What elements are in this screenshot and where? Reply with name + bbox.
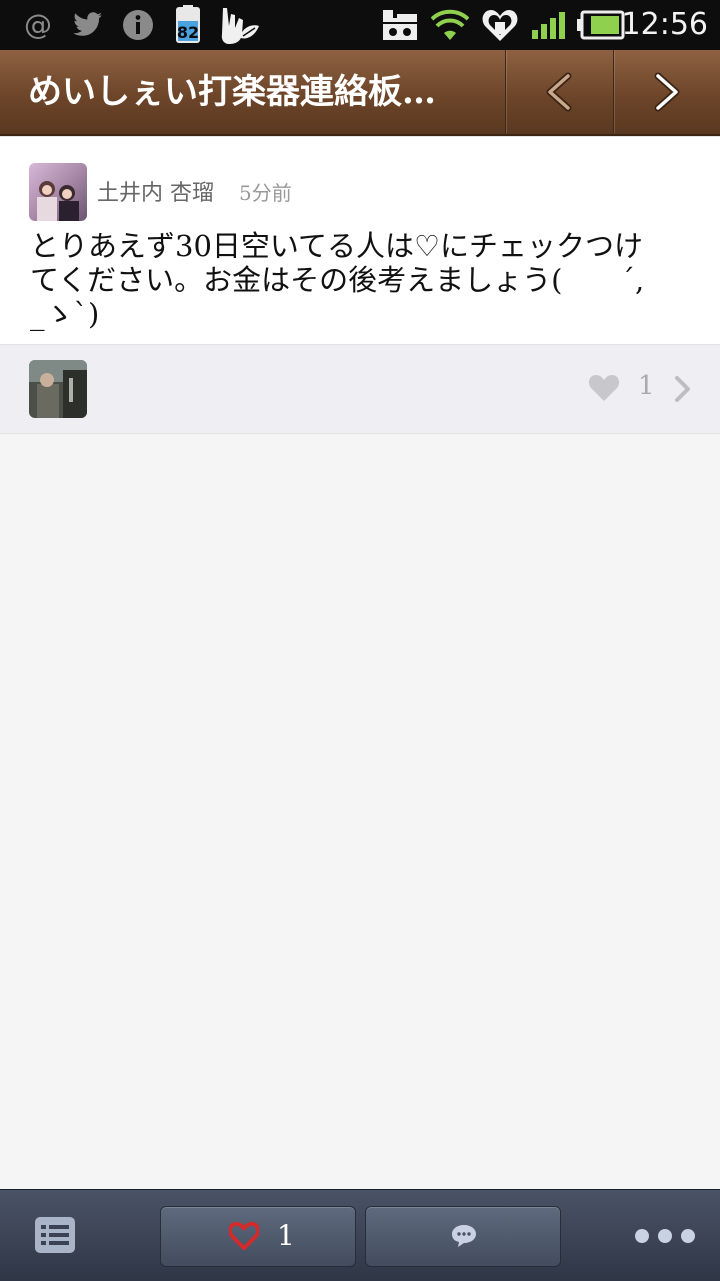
chevron-left-icon [546,72,572,112]
status-bar: @ 82 12:56 [0,0,720,50]
like-count: 1 [638,371,655,401]
comment-button[interactable] [365,1206,561,1267]
wifi-icon [430,6,470,44]
author-name[interactable]: 土井内 杏瑠 [97,175,214,207]
likes-row[interactable]: 1 [0,344,720,434]
dot [658,1229,672,1243]
finger-leaf-icon [216,6,262,44]
liker-avatar[interactable] [29,360,87,418]
sim-icon [380,6,420,44]
signal-icon [530,6,570,44]
chevron-right-icon [654,72,680,112]
page-title: めいしぇい打楽器連絡板… [28,72,436,112]
post-card: 土井内 杏瑠 5分前 とりあえず30日空いてる人は♡にチェックつけてください。お… [0,136,720,345]
more-dots-icon[interactable] [635,1226,695,1246]
svg-text:@: @ [24,9,52,41]
list-menu-button[interactable] [34,1216,76,1254]
prev-button[interactable] [505,50,612,134]
dot [681,1229,695,1243]
clock: 12:56 [621,7,708,42]
at-icon: @ [20,6,56,44]
list-menu-icon [35,1217,75,1253]
like-button[interactable]: 1 [160,1206,356,1267]
heart-icon [228,1222,260,1254]
like-button-count: 1 [277,1219,295,1252]
comment-bubble-icon [450,1223,478,1253]
info-icon [120,6,156,44]
twitter-icon [70,6,106,44]
battery-icon [576,6,626,44]
post-time: 5分前 [239,181,292,205]
battery-saver-icon: 82 [168,5,208,44]
next-button[interactable] [613,50,720,134]
heart-shield-icon [480,6,520,44]
post-text: とりあえず30日空いてる人は♡にチェックつけてください。お金はその後考えましょう… [30,229,645,331]
bottom-toolbar: 1 [0,1189,720,1281]
svg-text:82: 82 [177,23,199,42]
dot [635,1229,649,1243]
heart-icon [588,373,620,407]
author-avatar[interactable] [29,163,87,221]
chevron-right-icon [672,375,692,407]
app-header: めいしぇい打楽器連絡板… [0,50,720,136]
